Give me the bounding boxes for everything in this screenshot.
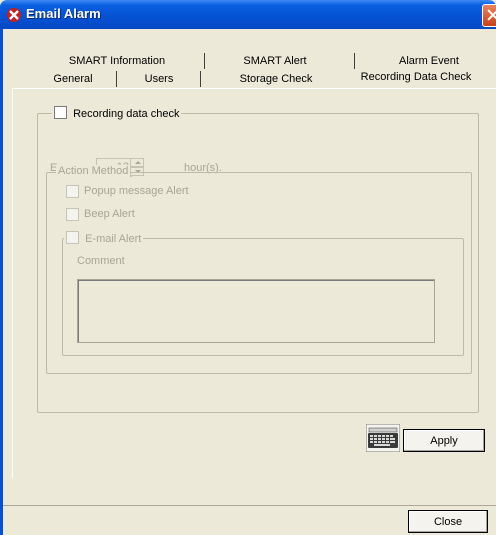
tab-general[interactable]: General bbox=[38, 71, 108, 88]
window-frame bbox=[0, 29, 3, 535]
tab-alarm-event[interactable]: Alarm Event bbox=[370, 53, 488, 70]
title-bar: Email Alarm bbox=[0, 0, 496, 29]
comment-label: Comment bbox=[77, 255, 125, 267]
footer-divider bbox=[3, 505, 496, 506]
beep-alert-checkbox[interactable] bbox=[66, 208, 79, 221]
tab-divider bbox=[116, 71, 117, 87]
tab-smart-alert[interactable]: SMART Alert bbox=[220, 53, 330, 70]
tab-smart-information[interactable]: SMART Information bbox=[62, 53, 172, 70]
email-alert-header: E-mail Alert bbox=[64, 231, 144, 245]
app-logo-icon bbox=[7, 8, 21, 22]
recording-data-checkbox[interactable] bbox=[54, 106, 67, 119]
comment-textarea[interactable] bbox=[77, 279, 435, 343]
popup-alert-checkbox[interactable] bbox=[66, 185, 79, 198]
window-title: Email Alarm bbox=[26, 6, 101, 21]
keyboard-icon[interactable] bbox=[366, 424, 400, 452]
email-alert-label: E-mail Alert bbox=[85, 233, 142, 245]
apply-button[interactable]: Apply bbox=[403, 429, 485, 452]
spin-up-icon[interactable] bbox=[130, 158, 144, 167]
action-method-title: Action Method bbox=[56, 165, 131, 177]
tab-recording-data-check[interactable]: Recording Data Check bbox=[350, 69, 482, 88]
email-alert-checkbox[interactable] bbox=[66, 231, 79, 244]
popup-alert-label: Popup message Alert bbox=[84, 185, 189, 197]
tab-users[interactable]: Users bbox=[124, 71, 194, 88]
tab-divider bbox=[354, 53, 355, 69]
tab-divider bbox=[200, 71, 201, 87]
window-close-icon[interactable] bbox=[482, 4, 496, 27]
tab-divider bbox=[204, 53, 205, 69]
recording-data-label: Recording data check bbox=[73, 108, 180, 120]
tab-storage-check[interactable]: Storage Check bbox=[212, 71, 340, 88]
recording-check-header: Recording data check bbox=[52, 106, 182, 120]
close-button[interactable]: Close bbox=[408, 510, 488, 533]
beep-alert-label: Beep Alert bbox=[84, 208, 135, 220]
